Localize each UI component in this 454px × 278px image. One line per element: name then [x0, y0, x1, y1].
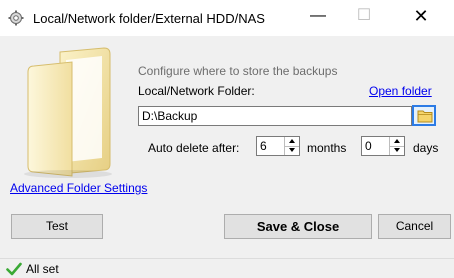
- folder-label: Local/Network Folder:: [138, 84, 255, 98]
- arrow-down-icon: [394, 148, 400, 152]
- advanced-folder-settings-link[interactable]: Advanced Folder Settings: [10, 181, 147, 195]
- close-button[interactable]: ✕: [398, 0, 444, 32]
- folder-path-input[interactable]: [138, 106, 412, 126]
- days-label: days: [413, 141, 439, 155]
- arrow-down-icon: [289, 148, 295, 152]
- arrow-up-icon: [394, 139, 400, 143]
- open-folder-link[interactable]: Open folder: [369, 84, 432, 98]
- arrow-up-icon: [289, 139, 295, 143]
- months-value: 6: [260, 139, 267, 153]
- days-value: 0: [365, 139, 372, 153]
- months-stepper[interactable]: 6: [256, 136, 300, 156]
- browse-folder-button[interactable]: [412, 105, 436, 126]
- auto-delete-label: Auto delete after:: [148, 141, 240, 155]
- gear-icon: [8, 10, 24, 26]
- instruction-text: Configure where to store the backups: [138, 64, 338, 78]
- checkmark-icon: [6, 262, 22, 276]
- days-stepper[interactable]: 0: [361, 136, 405, 156]
- save-close-button[interactable]: Save & Close: [224, 214, 372, 239]
- maximize-button[interactable]: ☐: [341, 0, 387, 32]
- folder-icon: [417, 110, 433, 123]
- title-bar: Local/Network folder/External HDD/NAS — …: [0, 0, 454, 36]
- window-title: Local/Network folder/External HDD/NAS: [33, 11, 265, 26]
- days-stepper-buttons: [389, 137, 404, 155]
- months-decrement-button[interactable]: [285, 146, 299, 155]
- months-stepper-buttons: [284, 137, 299, 155]
- test-button[interactable]: Test: [11, 214, 103, 239]
- status-bar: All set: [0, 258, 454, 278]
- folder-illustration-icon: [24, 47, 112, 178]
- minimize-button[interactable]: —: [295, 0, 341, 32]
- months-label: months: [307, 141, 347, 155]
- status-text: All set: [26, 262, 59, 276]
- cancel-button[interactable]: Cancel: [378, 214, 451, 239]
- dialog-body: Configure where to store the backups Loc…: [0, 36, 454, 258]
- days-decrement-button[interactable]: [390, 146, 404, 155]
